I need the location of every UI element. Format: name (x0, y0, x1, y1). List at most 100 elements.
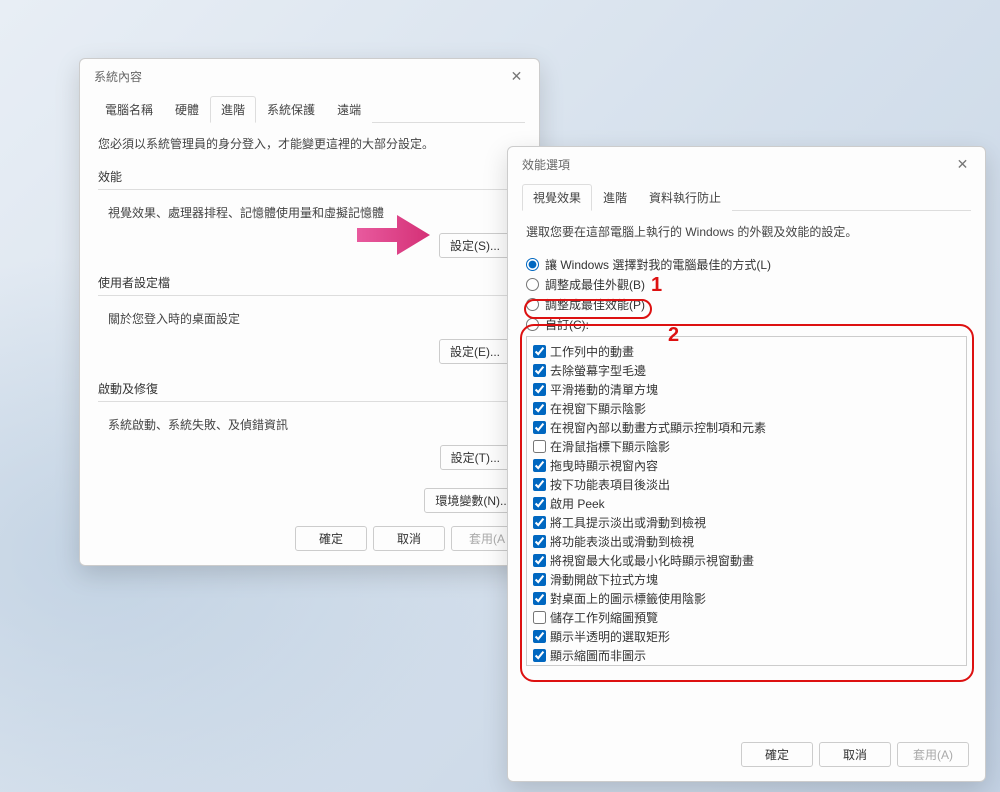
check-item-checkbox[interactable] (533, 478, 546, 491)
tab-dep[interactable]: 資料執行防止 (638, 184, 732, 211)
apply-button[interactable]: 套用(A) (897, 742, 969, 767)
check-item[interactable]: 拖曳時顯示視窗內容 (533, 457, 960, 474)
sysprops-actions: 確定 取消 套用(A (295, 526, 523, 551)
check-item-checkbox[interactable] (533, 364, 546, 377)
check-item[interactable]: 去除螢幕字型毛邊 (533, 362, 960, 379)
perf-title: 效能選項 (522, 156, 950, 173)
check-item-label: 工作列中的動畫 (550, 343, 634, 360)
performance-desc: 視覺效果、處理器排程、記憶體使用量和虛擬記憶體 (108, 204, 511, 221)
radio-best-performance[interactable]: 調整成最佳效能(P) (526, 296, 967, 313)
radio-let-windows-input[interactable] (526, 258, 539, 271)
check-item[interactable]: 在視窗內部以動畫方式顯示控制項和元素 (533, 419, 960, 436)
check-item-checkbox[interactable] (533, 440, 546, 453)
sysprops-titlebar: 系統內容 ✕ (80, 59, 539, 87)
cancel-button[interactable]: 取消 (373, 526, 445, 551)
tab-computer-name[interactable]: 電腦名稱 (94, 96, 164, 123)
startup-settings-button[interactable]: 設定(T)... (440, 445, 511, 470)
user-profiles-group: 使用者設定檔 關於您登入時的桌面設定 設定(E)... (98, 274, 521, 372)
profiles-settings-button[interactable]: 設定(E)... (439, 339, 511, 364)
check-item-label: 將功能表淡出或滑動到檢視 (550, 533, 694, 550)
sysprops-content: 您必須以系統管理員的身分登入，才能變更這裡的大部分設定。 效能 視覺效果、處理器… (80, 123, 539, 525)
check-item-label: 對桌面上的圖示標籤使用陰影 (550, 590, 706, 607)
performance-group: 效能 視覺效果、處理器排程、記憶體使用量和虛擬記憶體 設定(S)... (98, 168, 521, 266)
startup-title: 啟動及修復 (98, 380, 521, 397)
visual-effects-list[interactable]: 工作列中的動畫去除螢幕字型毛邊平滑捲動的清單方塊在視窗下顯示陰影在視窗內部以動畫… (526, 336, 967, 666)
sysprops-title: 系統內容 (94, 68, 504, 85)
check-item-label: 拖曳時顯示視窗內容 (550, 457, 658, 474)
check-item-checkbox[interactable] (533, 497, 546, 510)
check-item-checkbox[interactable] (533, 516, 546, 529)
divider (98, 401, 521, 402)
check-item-checkbox[interactable] (533, 573, 546, 586)
radio-best-appearance[interactable]: 調整成最佳外觀(B) (526, 276, 967, 293)
check-item-label: 按下功能表項目後淡出 (550, 476, 670, 493)
tab-system-protection[interactable]: 系統保護 (256, 96, 326, 123)
ok-button[interactable]: 確定 (741, 742, 813, 767)
check-item-label: 平滑捲動的清單方塊 (550, 381, 658, 398)
radio-custom[interactable]: 自訂(C): (526, 316, 967, 333)
profiles-title: 使用者設定檔 (98, 274, 521, 291)
check-item[interactable]: 對桌面上的圖示標籤使用陰影 (533, 590, 960, 607)
check-item[interactable]: 將功能表淡出或滑動到檢視 (533, 533, 960, 550)
radio-let-windows[interactable]: 讓 Windows 選擇對我的電腦最佳的方式(L) (526, 256, 967, 273)
sysprops-tabs: 電腦名稱 硬體 進階 系統保護 遠端 (94, 95, 525, 123)
tab-perf-advanced[interactable]: 進階 (592, 184, 638, 211)
close-icon[interactable]: ✕ (950, 155, 975, 173)
check-item[interactable]: 儲存工作列縮圖預覽 (533, 609, 960, 626)
check-item-checkbox[interactable] (533, 383, 546, 396)
check-item-checkbox[interactable] (533, 649, 546, 662)
perf-content: 選取您要在這部電腦上執行的 Windows 的外觀及效能的設定。 讓 Windo… (508, 211, 985, 678)
check-item-checkbox[interactable] (533, 535, 546, 548)
check-item-checkbox[interactable] (533, 554, 546, 567)
admin-hint: 您必須以系統管理員的身分登入，才能變更這裡的大部分設定。 (98, 135, 521, 152)
check-item-label: 啟用 Peek (550, 495, 605, 512)
divider (98, 189, 521, 190)
check-item-checkbox[interactable] (533, 459, 546, 472)
check-item[interactable]: 顯示半透明的選取矩形 (533, 628, 960, 645)
tab-advanced[interactable]: 進階 (210, 96, 256, 123)
cancel-button[interactable]: 取消 (819, 742, 891, 767)
radio-best-performance-input[interactable] (526, 298, 539, 311)
check-item-label: 將視窗最大化或最小化時顯示視窗動畫 (550, 552, 754, 569)
check-item-checkbox[interactable] (533, 592, 546, 605)
perf-hint: 選取您要在這部電腦上執行的 Windows 的外觀及效能的設定。 (526, 223, 967, 240)
tab-remote[interactable]: 遠端 (326, 96, 372, 123)
check-item-label: 顯示半透明的選取矩形 (550, 628, 670, 645)
radio-best-performance-label: 調整成最佳效能(P) (545, 296, 645, 313)
check-item-label: 在滑鼠指標下顯示陰影 (550, 438, 670, 455)
perf-tabs: 視覺效果 進階 資料執行防止 (522, 183, 971, 211)
radio-best-appearance-input[interactable] (526, 278, 539, 291)
check-item-checkbox[interactable] (533, 611, 546, 624)
performance-settings-button[interactable]: 設定(S)... (439, 233, 511, 258)
check-item-label: 將工具提示淡出或滑動到檢視 (550, 514, 706, 531)
check-item[interactable]: 啟用 Peek (533, 495, 960, 512)
check-item[interactable]: 按下功能表項目後淡出 (533, 476, 960, 493)
check-item[interactable]: 將工具提示淡出或滑動到檢視 (533, 514, 960, 531)
check-item-checkbox[interactable] (533, 345, 546, 358)
close-icon[interactable]: ✕ (504, 67, 529, 85)
check-item-label: 儲存工作列縮圖預覽 (550, 609, 658, 626)
check-item-checkbox[interactable] (533, 421, 546, 434)
tab-hardware[interactable]: 硬體 (164, 96, 210, 123)
check-item-checkbox[interactable] (533, 630, 546, 643)
performance-title: 效能 (98, 168, 521, 185)
check-item[interactable]: 將視窗最大化或最小化時顯示視窗動畫 (533, 552, 960, 569)
ok-button[interactable]: 確定 (295, 526, 367, 551)
radio-custom-input[interactable] (526, 318, 539, 331)
check-item[interactable]: 在視窗下顯示陰影 (533, 400, 960, 417)
check-item-checkbox[interactable] (533, 402, 546, 415)
check-item[interactable]: 滑動開啟下拉式方塊 (533, 571, 960, 588)
check-item[interactable]: 在滑鼠指標下顯示陰影 (533, 438, 960, 455)
tab-visual-effects[interactable]: 視覺效果 (522, 184, 592, 211)
performance-options-dialog: 效能選項 ✕ 視覺效果 進階 資料執行防止 選取您要在這部電腦上執行的 Wind… (507, 146, 986, 782)
check-item[interactable]: 平滑捲動的清單方塊 (533, 381, 960, 398)
radio-let-windows-label: 讓 Windows 選擇對我的電腦最佳的方式(L) (545, 256, 771, 273)
radio-custom-label: 自訂(C): (545, 316, 589, 333)
check-item-label: 在視窗內部以動畫方式顯示控制項和元素 (550, 419, 766, 436)
radio-best-appearance-label: 調整成最佳外觀(B) (545, 276, 645, 293)
perf-actions: 確定 取消 套用(A) (741, 742, 969, 767)
check-item[interactable]: 工作列中的動畫 (533, 343, 960, 360)
startup-group: 啟動及修復 系統啟動、系統失敗、及偵錯資訊 設定(T)... (98, 380, 521, 478)
divider (98, 295, 521, 296)
check-item[interactable]: 顯示縮圖而非圖示 (533, 647, 960, 664)
